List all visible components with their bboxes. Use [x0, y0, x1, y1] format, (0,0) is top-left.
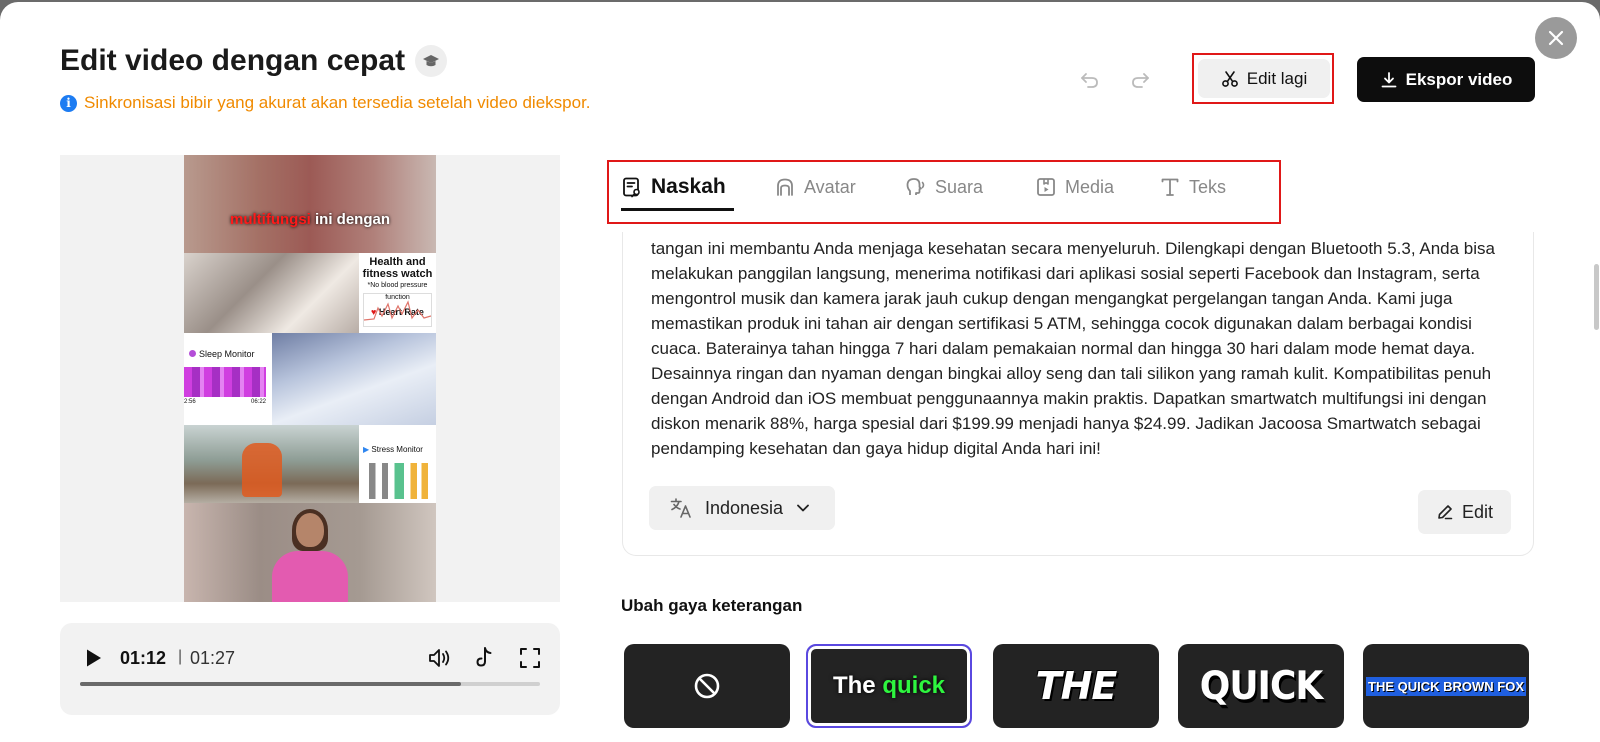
translate-icon: [670, 498, 691, 518]
scrollbar-thumb[interactable]: [1594, 264, 1599, 330]
edit-script-button[interactable]: Edit: [1418, 490, 1511, 534]
tab-avatar[interactable]: Avatar: [774, 172, 856, 202]
fullscreen-button[interactable]: [517, 645, 543, 671]
tiktok-button[interactable]: [471, 645, 497, 671]
progress-bar[interactable]: [80, 682, 540, 686]
avatar-icon: [777, 178, 793, 196]
play-button[interactable]: [80, 645, 106, 671]
script-text[interactable]: tangan ini membantu Anda menjaga kesehat…: [651, 236, 1513, 461]
tab-suara[interactable]: Suara: [905, 172, 983, 202]
play-icon: [87, 649, 101, 667]
caption-style-the-quick[interactable]: The quick: [806, 644, 972, 728]
fitness-photo: [184, 253, 359, 333]
pencil-icon: [1438, 505, 1453, 520]
tiktok-icon: [476, 647, 492, 667]
total-time: 01:27: [190, 648, 236, 668]
sleep-bars: [184, 367, 266, 397]
caption-style-the[interactable]: THE: [993, 644, 1159, 728]
tab-teks[interactable]: Teks: [1159, 172, 1226, 202]
video-frame[interactable]: multifungsi ini dengan Health and fitnes…: [184, 155, 436, 602]
caption-style-title: Ubah gaya keterangan: [621, 596, 803, 615]
fitness-card: Health and fitness watch *No blood press…: [359, 253, 436, 333]
video-segment-stress: ▶ Stress Monitor: [184, 425, 436, 503]
edit-again-button[interactable]: Edit lagi: [1198, 59, 1330, 98]
info-icon: i: [60, 94, 77, 112]
video-segment-fitness: Health and fitness watch *No blood press…: [184, 253, 436, 333]
presenter: [262, 509, 358, 602]
chevron-down-icon: [797, 504, 809, 512]
text-icon: [1161, 178, 1179, 196]
export-video-button[interactable]: Ekspor video: [1357, 57, 1535, 102]
language-dropdown[interactable]: Indonesia: [649, 486, 835, 530]
sleep-icon: [189, 350, 196, 357]
current-time: 01:12: [120, 648, 167, 668]
caption-style-quick[interactable]: QUICK: [1178, 644, 1344, 728]
script-icon: [623, 177, 640, 198]
page-title: Edit video dengan cepat: [60, 44, 448, 78]
tutorial-button[interactable]: [415, 45, 448, 77]
video-segment-presenter: [184, 503, 436, 602]
media-icon: [1037, 178, 1055, 196]
cyclist: [242, 443, 282, 497]
caption-style-brown-fox[interactable]: THE QUICK BROWN FOX: [1363, 644, 1529, 728]
caption-style-none[interactable]: [624, 644, 790, 728]
lip-sync-notice: i Sinkronisasi bibir yang akurat akan te…: [60, 93, 591, 113]
redo-icon: [1132, 73, 1149, 88]
progress-fill: [80, 682, 461, 686]
heart-rate-graph: [363, 293, 432, 327]
active-tab-indicator: [621, 208, 734, 211]
video-segment-caption: multifungsi ini dengan: [184, 155, 436, 253]
stress-chart: [369, 463, 433, 499]
download-icon: [1381, 71, 1397, 87]
video-caption: multifungsi ini dengan: [230, 211, 390, 228]
edit-again-highlight: Edit lagi: [1192, 53, 1334, 104]
close-icon: [1548, 30, 1564, 46]
volume-button[interactable]: [426, 645, 452, 671]
redo-button[interactable]: [1128, 68, 1152, 92]
stress-icon: ▶: [363, 445, 370, 454]
none-icon: [694, 673, 720, 699]
time-separator: |: [178, 648, 183, 665]
voice-icon: [906, 178, 925, 195]
edit-video-modal: Edit video dengan cepat i Sinkronisasi b…: [0, 2, 1600, 742]
volume-icon: [429, 649, 450, 667]
close-button[interactable]: [1535, 17, 1577, 59]
sleep-photo: [272, 333, 436, 425]
video-segment-sleep: Sleep Monitor 2:56 06:22: [184, 333, 436, 425]
fullscreen-icon: [520, 648, 540, 668]
scissors-icon: [1221, 70, 1238, 87]
tabs-highlight: Naskah Avatar Suara Media Teks: [607, 160, 1281, 224]
script-card: tangan ini membantu Anda menjaga kesehat…: [622, 232, 1534, 556]
tab-media[interactable]: Media: [1035, 172, 1114, 202]
tab-naskah[interactable]: Naskah: [621, 172, 726, 202]
undo-icon: [1081, 73, 1098, 88]
video-preview-panel: multifungsi ini dengan Health and fitnes…: [60, 155, 560, 602]
player-controls: 01:12 | 01:27: [60, 623, 560, 715]
graduation-cap-icon: [423, 55, 440, 67]
undo-button[interactable]: [1078, 68, 1102, 92]
